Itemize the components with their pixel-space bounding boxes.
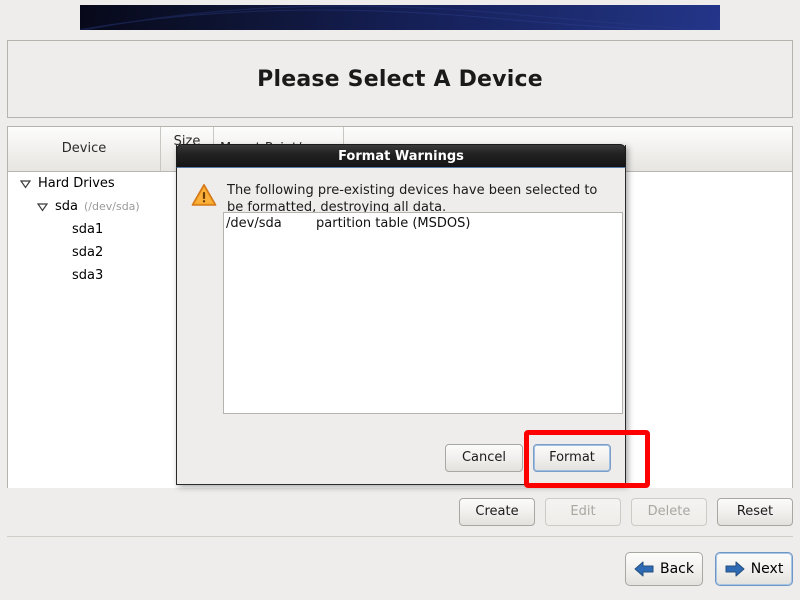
page-title-panel: Please Select A Device [7,40,793,118]
wizard-navigation: Back Next [7,552,793,586]
arrow-left-icon [634,561,654,577]
tree-expander-hard-drives[interactable] [20,178,38,189]
dialog-title: Format Warnings [338,148,464,164]
installer-banner [80,5,720,30]
chevron-down-icon [20,180,31,189]
navigation-separator [7,536,793,537]
tree-item-label: sda2 [72,245,104,260]
tree-item-label: Hard Drives [38,176,115,191]
tree-expander-sda[interactable] [37,201,55,212]
format-button[interactable]: Format [533,444,611,472]
dialog-button-row: Cancel Format [445,444,611,472]
warning-triangle-icon [191,183,217,216]
banner-curve-icon [80,5,713,30]
tree-item-label: sda [55,199,78,214]
create-button[interactable]: Create [459,498,535,526]
banner-swoosh-decoration [80,5,720,30]
format-warnings-dialog: Format Warnings The following pre-existi… [176,144,626,485]
edit-button: Edit [545,498,621,526]
format-device-list[interactable]: /dev/sda partition table (MSDOS) [223,212,623,414]
next-button-label: Next [750,561,784,577]
tree-item-device-path: (/dev/sda) [84,200,140,213]
back-button-label: Back [660,561,694,577]
tree-item-label: sda3 [72,268,104,283]
dialog-titlebar: Format Warnings [176,144,626,168]
list-item[interactable]: /dev/sda partition table (MSDOS) [224,213,622,231]
dialog-message-text: The following pre-existing devices have … [227,183,598,215]
list-item-detail: partition table (MSDOS) [316,216,471,231]
next-button[interactable]: Next [715,552,793,586]
arrow-right-icon [725,561,745,577]
partition-actions-toolbar: Create Edit Delete Reset [7,497,793,527]
column-header-device[interactable]: Device [8,127,160,171]
tree-item-label: sda1 [72,222,104,237]
cancel-button[interactable]: Cancel [445,444,523,472]
reset-button[interactable]: Reset [717,498,793,526]
page-title: Please Select A Device [257,66,543,92]
delete-button: Delete [631,498,707,526]
chevron-down-icon [37,203,48,212]
back-button[interactable]: Back [625,552,703,586]
list-item-device: /dev/sda [226,216,282,231]
